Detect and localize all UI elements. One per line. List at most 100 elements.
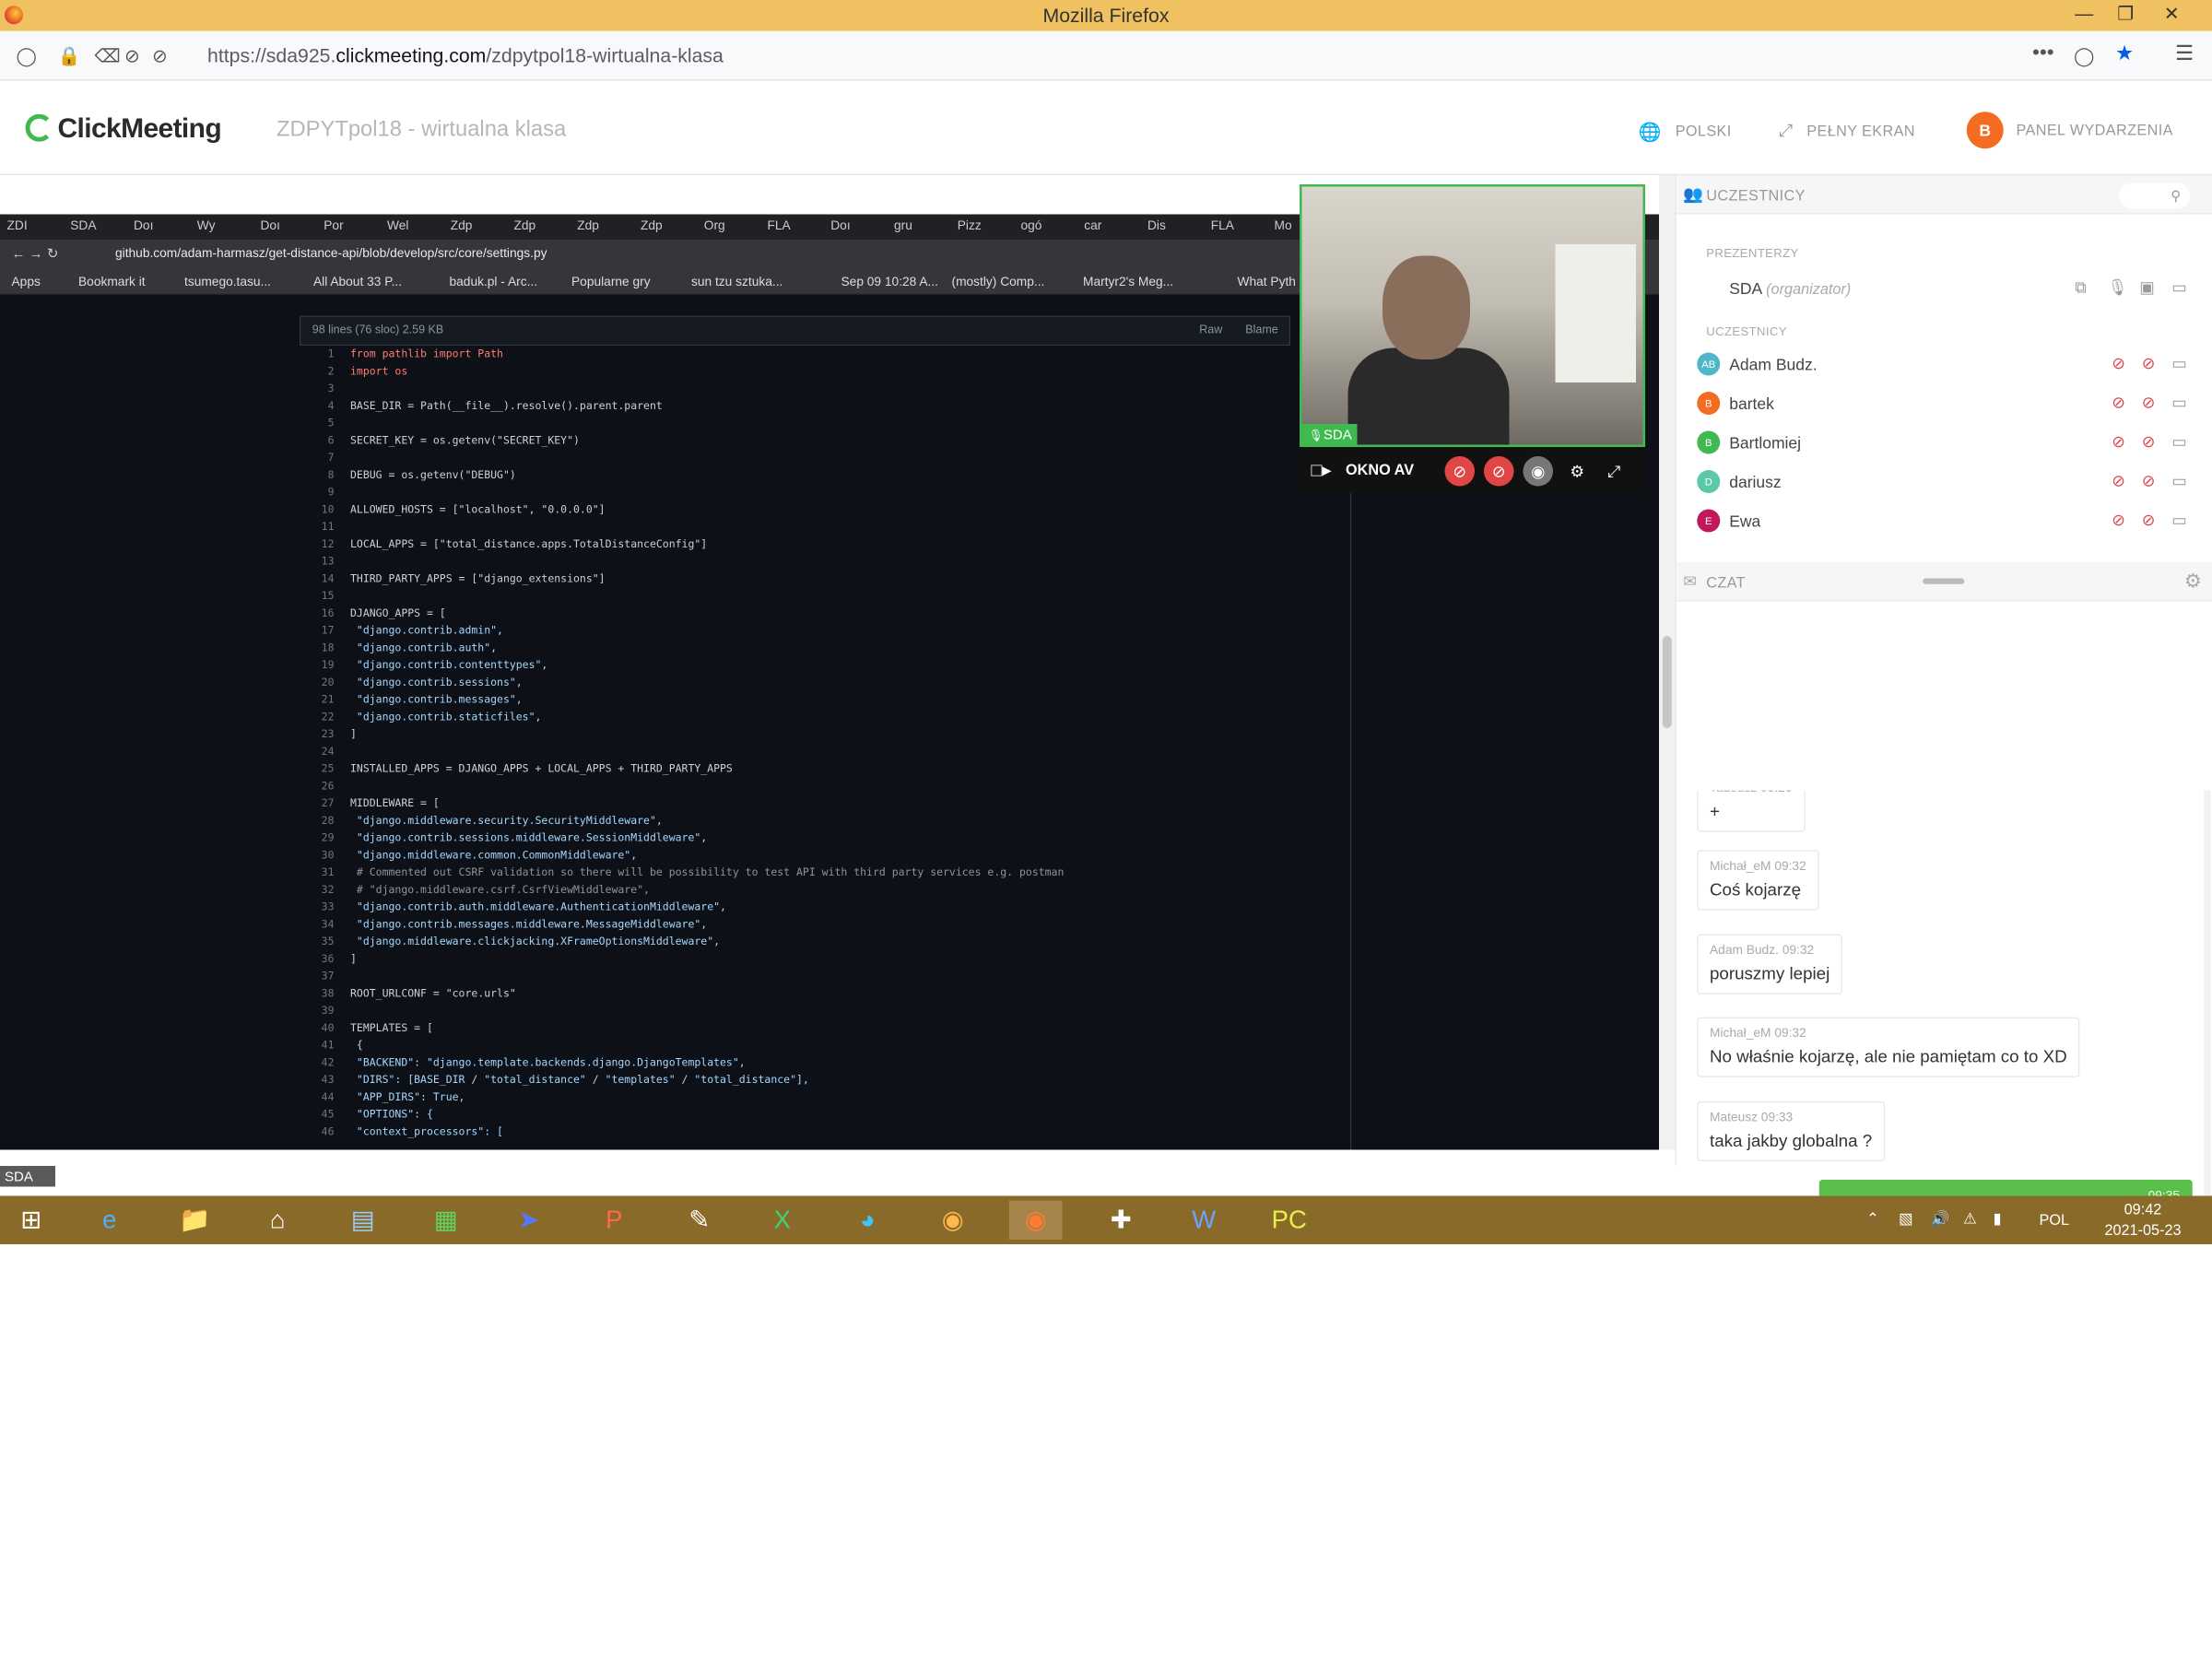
excel-icon[interactable]: X [756,1201,809,1241]
pocket-icon[interactable]: ◯ [2074,45,2094,68]
mic-icon[interactable]: 🎙 [2107,277,2127,297]
shared-tab: FLA [767,218,791,233]
mic-off-icon[interactable]: ⊘ [2112,511,2125,530]
microphone-blocked-icon[interactable]: ⊘ [124,45,140,68]
participant-search[interactable]: ⚲ [2118,182,2191,209]
participant-row[interactable]: Ddariusz ⊘ ⊘ ▭ [1688,464,2194,499]
screen-icon[interactable]: ▭ [2171,511,2187,530]
powerpoint-icon[interactable]: P [588,1201,641,1241]
participant-avatar: D [1697,470,1721,493]
store-icon[interactable]: ▦ [419,1201,473,1241]
home-icon[interactable]: ⌂ [252,1201,305,1241]
clock[interactable]: 09:42 2021-05-23 [2086,1199,2201,1241]
camera-off-icon[interactable]: ⊘ [2142,393,2156,412]
permissions-icon[interactable]: ⊘ [152,45,168,68]
code-text: { [350,1039,363,1053]
search-icon: ⚲ [2171,187,2182,205]
shared-tab: Zdp [641,218,663,233]
screen-icon[interactable]: ▭ [2171,277,2187,297]
expand-icon[interactable]: ⤢ [1599,456,1630,487]
participant-avatar: AB [1697,352,1721,376]
edge-icon[interactable]: ◕ [841,1201,895,1241]
menu-icon[interactable]: ☰ [2175,41,2194,65]
camera-off-icon[interactable]: ⊘ [2142,511,2156,530]
battery-icon[interactable]: ▮ [1994,1210,2002,1229]
settings-gear-icon[interactable]: ⚙ [1562,456,1593,487]
file-header: 98 lines (76 sloc) 2.59 KB Raw Blame [300,315,1290,346]
screen-icon[interactable]: ▭ [2171,471,2187,490]
camera-icon[interactable]: ▣ [2139,277,2155,297]
internet-explorer-icon[interactable]: e [83,1201,136,1241]
firefox-taskbar-icon[interactable]: ◉ [1009,1200,1063,1240]
camera-off-button[interactable]: ⊘ [1444,456,1475,487]
code-line: 10 ALLOWED_HOSTS = ["localhost", "0.0.0.0… [300,501,1348,519]
lenovo-icon[interactable]: ▤ [336,1201,390,1241]
clock-time: 09:42 [2124,1200,2162,1218]
line-number: 29 [321,831,335,845]
language-button[interactable]: 🌐 POLSKI [1639,121,1732,144]
speaker-button[interactable]: ◉ [1523,456,1553,487]
slack-icon[interactable]: ✚ [1095,1201,1148,1241]
line-number: 43 [321,1074,335,1087]
participant-row[interactable]: E Ewa ⊘ ⊘ ▭ [1688,502,2194,537]
screen-icon[interactable]: ▭ [2171,432,2187,452]
lock-icon[interactable]: 🔒 [58,45,81,68]
screen-icon[interactable]: ▭ [2171,354,2187,373]
tray-chevron-icon[interactable]: ⌃ [1866,1210,1879,1229]
resize-handle[interactable] [1923,578,1965,584]
participant-row[interactable]: B Bartlomiej ⊘ ⊘ ▭ [1688,424,2194,459]
word-icon[interactable]: W [1178,1201,1231,1241]
logo-icon [25,113,53,142]
user-avatar[interactable]: B [1966,112,2004,149]
file-explorer-icon[interactable]: 📁 [169,1201,222,1241]
message-time: 09:32 [1782,943,1815,958]
camera-off-icon[interactable]: ⊘ [2142,471,2156,490]
message-author: Tadeusz [1710,791,1757,795]
mic-off-icon[interactable]: ⊘ [2112,471,2125,490]
camera-off-icon[interactable]: ⊘ [2142,432,2156,452]
mic-off-icon[interactable]: ⊘ [2112,393,2125,412]
game-app-icon[interactable]: ➤ [502,1201,556,1241]
code-line: 45 "OPTIONS": { [300,1106,1348,1124]
camera-blocked-icon[interactable]: ⌫ [95,45,121,68]
camera-off-icon[interactable]: ⊘ [2142,354,2156,373]
bookmark-star-icon[interactable]: ★ [2115,41,2134,65]
usb-icon[interactable]: ⚠ [1963,1210,1977,1229]
minimize-button[interactable]: — [2067,3,2102,29]
participant-row[interactable]: AB Adam Budz. ⊘ ⊘ ▭ [1688,346,2194,381]
pen-app-icon[interactable]: ✎ [673,1201,726,1241]
clickmeeting-logo[interactable]: ClickMeeting [25,113,222,146]
mic-off-button[interactable]: ⊘ [1484,456,1514,487]
code-line: 12 LOCAL_APPS = ["total_distance.apps.Tot… [300,535,1348,553]
chat-scrollbar[interactable] [2204,790,2211,1244]
scrollbar-thumb[interactable] [1662,636,1672,728]
share-scrollbar[interactable] [1659,175,1676,1150]
mic-off-icon[interactable]: ⊘ [2112,354,2125,373]
more-actions-icon[interactable]: ••• [2032,41,2054,65]
language-indicator[interactable]: POL [2040,1211,2070,1229]
av-window-label[interactable]: OKNO AV [1346,461,1414,478]
screen-icon[interactable]: ▭ [2171,393,2187,412]
network-icon[interactable]: ▧ [1899,1210,1912,1229]
event-panel-button[interactable]: PANEL WYDARZENIA [2017,121,2173,138]
code-text: DEBUG = os.getenv("DEBUG") [350,468,516,482]
chat-settings-gear-icon[interactable]: ⚙ [2184,571,2202,594]
fullscreen-button[interactable]: ⤢ PEŁNY EKRAN [1779,121,1915,140]
shield-icon[interactable]: ◯ [17,45,37,68]
participant-row[interactable]: Bbartek ⊘ ⊘ ▭ [1688,385,2194,420]
shared-tab: Doı [134,218,154,233]
volume-icon[interactable]: 🔊 [1931,1210,1949,1229]
url-input[interactable]: https://sda925.clickmeeting.com/zdpytpol… [207,45,724,68]
game-icon[interactable]: ◉ [926,1201,980,1241]
start-windows-icon[interactable]: ⊞ [5,1201,58,1241]
pycharm-icon[interactable]: PC [1263,1201,1316,1241]
share-screen-icon[interactable]: ⧉ [2075,277,2087,297]
line-number: 37 [321,970,335,983]
presenter-row[interactable]: SDA (organizator) ⧉ 🎙 ▣ ▭ [1688,270,2194,305]
mic-off-icon[interactable]: ⊘ [2112,432,2125,452]
code-text: "django.contrib.sessions", [350,676,523,689]
shared-bookmark: What Pyth [1237,275,1296,289]
restore-button[interactable]: ❐ [2109,3,2144,29]
line-number: 40 [321,1021,335,1035]
close-button[interactable]: ✕ [2155,3,2190,29]
